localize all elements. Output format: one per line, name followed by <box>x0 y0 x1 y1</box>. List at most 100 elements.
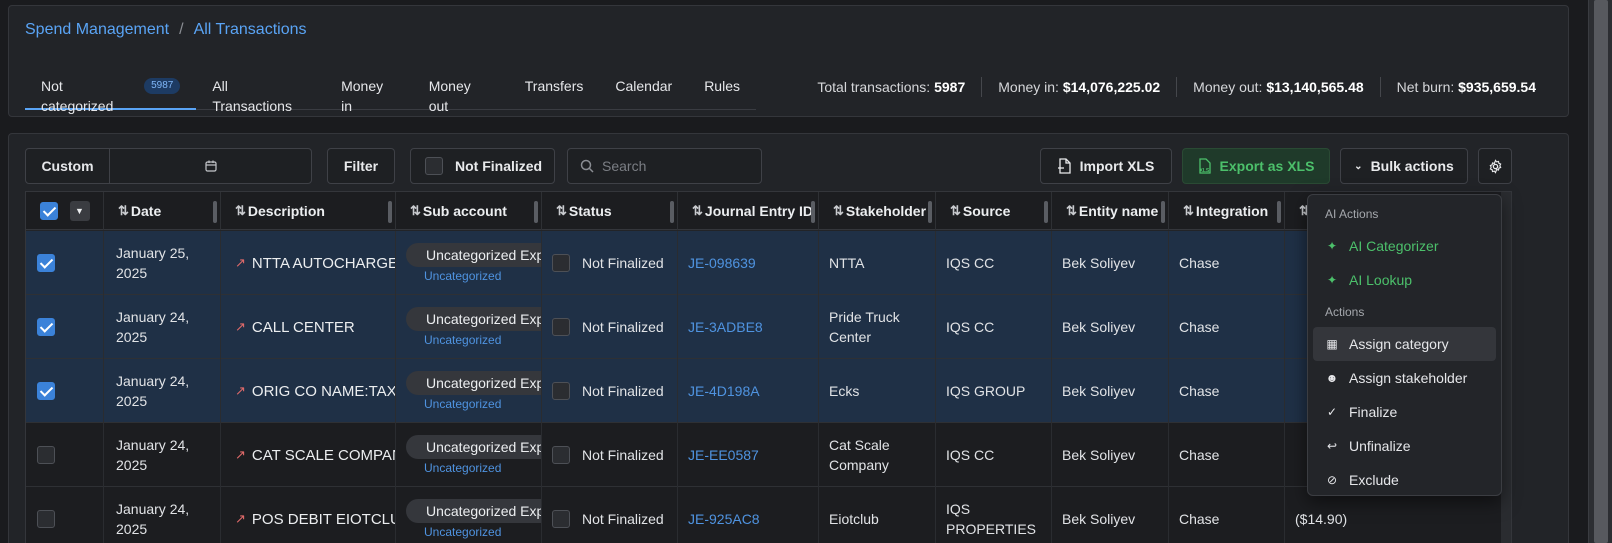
breadcrumb-parent-link[interactable]: Spend Management <box>25 21 169 39</box>
menu-item-assign-category[interactable]: ▦ Assign category <box>1313 327 1496 361</box>
journal-entry-link[interactable]: JE-EE0587 <box>688 447 759 463</box>
cell-stakeholder: Eiotclub <box>819 487 936 543</box>
row-checkbox[interactable] <box>37 254 55 272</box>
sub-account-pill[interactable]: Uncategorized Expe <box>406 307 541 331</box>
column-resize-handle[interactable] <box>1277 201 1281 223</box>
sub-account-selector[interactable]: Uncategorized Expe Uncategorized <box>396 243 541 283</box>
date-text: January 24, 2025 <box>116 373 190 409</box>
header-date[interactable]: ⇅ Date <box>104 192 221 230</box>
calendar-icon[interactable] <box>110 149 311 183</box>
column-resize-handle[interactable] <box>1161 201 1165 223</box>
sub-account-selector[interactable]: Uncategorized Expe Uncategorized <box>396 371 541 411</box>
column-resize-handle[interactable] <box>388 201 392 223</box>
tab-money-out[interactable]: Money out <box>413 76 509 114</box>
column-resize-handle[interactable] <box>670 201 674 223</box>
sub-account-selector[interactable]: Uncategorized Expe Uncategorized <box>396 499 541 539</box>
header-status[interactable]: ⇅ Status <box>542 192 678 230</box>
journal-entry-link[interactable]: JE-3ADBE8 <box>688 319 763 335</box>
row-checkbox[interactable] <box>37 382 55 400</box>
row-checkbox[interactable] <box>37 446 55 464</box>
table-row[interactable]: January 24, 2025 ↗ CALL CENTER Uncategorize… <box>26 295 1511 359</box>
menu-section-ai-actions: AI Actions <box>1325 207 1379 221</box>
menu-item-assign-stakeholder[interactable]: ☻ Assign stakeholder <box>1313 361 1496 395</box>
tab-all-transactions[interactable]: All Transactions <box>196 76 325 114</box>
page-scrollbar-thumb[interactable] <box>1594 0 1608 543</box>
description-text[interactable]: ORIG CO NAME:TAX_ <box>252 383 395 400</box>
menu-item-ai-categorizer[interactable]: ✦ AI Categorizer <box>1313 229 1496 263</box>
select-menu-dropdown[interactable]: ▼ <box>69 201 90 221</box>
page-scrollbar[interactable] <box>1588 0 1612 543</box>
stat-value: $935,659.54 <box>1458 79 1536 95</box>
sub-account-selector[interactable]: Uncategorized Expe Uncategorized <box>396 307 541 347</box>
header-description[interactable]: ⇅ Description <box>221 192 396 230</box>
menu-item-finalize[interactable]: ✓ Finalize <box>1313 395 1496 429</box>
filter-button[interactable]: Filter <box>327 148 395 184</box>
menu-item-ai-lookup[interactable]: ✦ AI Lookup <box>1313 263 1496 297</box>
source-text: IQS CC <box>946 255 995 271</box>
header-entity-name[interactable]: ⇅ Entity name <box>1052 192 1169 230</box>
table-scrollbar[interactable] <box>1501 192 1511 543</box>
sub-account-pill[interactable]: Uncategorized Expe <box>406 243 541 267</box>
table-row[interactable]: January 24, 2025↗CAT SCALE COMPANYUncate… <box>26 423 1511 487</box>
column-resize-handle[interactable] <box>534 201 538 223</box>
table-row[interactable]: January 24, 2025 ↗ ORIG CO NAME:TAX_ Uncate… <box>26 359 1511 423</box>
tab-label: Money in <box>341 78 384 114</box>
cell-select <box>26 487 104 543</box>
settings-button[interactable] <box>1478 148 1512 184</box>
column-resize-handle[interactable] <box>811 201 815 223</box>
table-row[interactable]: January 24, 2025 ↗ POS DEBIT EIOTCLUB Uncat… <box>26 487 1511 543</box>
sub-account-pill[interactable]: Uncategorized Expe <box>406 435 541 459</box>
breadcrumb-current[interactable]: All Transactions <box>194 21 307 39</box>
not-finalized-toggle[interactable]: Not Finalized <box>410 148 555 184</box>
column-resize-handle[interactable] <box>928 201 932 223</box>
description-text[interactable]: CAT SCALE COMPANY <box>252 447 395 464</box>
cell-integration: Chase <box>1169 487 1285 543</box>
description-text[interactable]: CALL CENTER <box>252 319 355 336</box>
column-resize-handle[interactable] <box>1044 201 1048 223</box>
export-xls-button[interactable]: XLS Export as XLS <box>1182 148 1330 184</box>
search-box[interactable] <box>567 148 762 184</box>
tab-calendar[interactable]: Calendar <box>599 76 688 110</box>
journal-entry-link[interactable]: JE-4D198A <box>688 383 760 399</box>
description-text[interactable]: NTTA AUTOCHARGE <box>252 255 395 272</box>
stat-money-out: Money out: $13,140,565.48 <box>1176 77 1379 97</box>
cell-date: January 24, 2025 <box>104 487 221 543</box>
header-journal-entry-id[interactable]: ⇅ Journal Entry ID <box>678 192 819 230</box>
header-integration[interactable]: ⇅ Integration <box>1169 192 1285 230</box>
finalize-checkbox[interactable] <box>552 318 570 336</box>
header-sub-account[interactable]: ⇅ Sub account <box>396 192 542 230</box>
header-stakeholder[interactable]: ⇅ Stakeholder <box>819 192 936 230</box>
finalize-checkbox[interactable] <box>552 446 570 464</box>
description-text[interactable]: POS DEBIT EIOTCLUB <box>252 511 395 528</box>
cell-je-id: JE-4D198A <box>678 359 819 423</box>
row-checkbox[interactable] <box>37 510 55 528</box>
column-resize-handle[interactable] <box>213 201 217 223</box>
sub-account-pill[interactable]: Uncategorized Expe <box>406 371 541 395</box>
date-range-picker[interactable]: Custom <box>25 148 312 184</box>
tab-money-in[interactable]: Money in <box>325 76 413 114</box>
tab-not-categorized[interactable]: Not categorized 5987 <box>25 76 197 114</box>
finalize-checkbox[interactable] <box>552 254 570 272</box>
table-row[interactable]: January 25, 2025 ↗ NTTA AUTOCHARGE Uncatego… <box>26 231 1511 295</box>
sub-account-selector[interactable]: Uncategorized Expe Uncategorized <box>396 435 541 475</box>
not-finalized-checkbox[interactable] <box>425 157 443 175</box>
header-source[interactable]: ⇅ Source <box>936 192 1052 230</box>
finalize-checkbox[interactable] <box>552 510 570 528</box>
journal-entry-link[interactable]: JE-098639 <box>688 255 756 271</box>
finalize-checkbox[interactable] <box>552 382 570 400</box>
row-checkbox[interactable] <box>37 318 55 336</box>
stat-total-transactions: Total transactions: 5987 <box>801 77 981 97</box>
source-text: IQS CC <box>946 447 995 463</box>
import-xls-button[interactable]: Import XLS <box>1040 148 1172 184</box>
date-mode-button[interactable]: Custom <box>26 149 110 183</box>
sub-account-pill[interactable]: Uncategorized Expe <box>406 499 541 523</box>
select-all-checkbox[interactable] <box>39 202 58 220</box>
tab-rules[interactable]: Rules <box>688 76 756 110</box>
journal-entry-link[interactable]: JE-925AC8 <box>688 511 760 527</box>
tab-transfers[interactable]: Transfers <box>509 76 600 110</box>
tab-label: All Transactions <box>212 78 292 114</box>
search-input[interactable] <box>602 158 752 174</box>
bulk-actions-button[interactable]: ⌄ Bulk actions <box>1340 148 1468 184</box>
menu-item-unfinalize[interactable]: ↩ Unfinalize <box>1313 429 1496 463</box>
menu-item-exclude[interactable]: ⊘ Exclude <box>1313 463 1496 497</box>
